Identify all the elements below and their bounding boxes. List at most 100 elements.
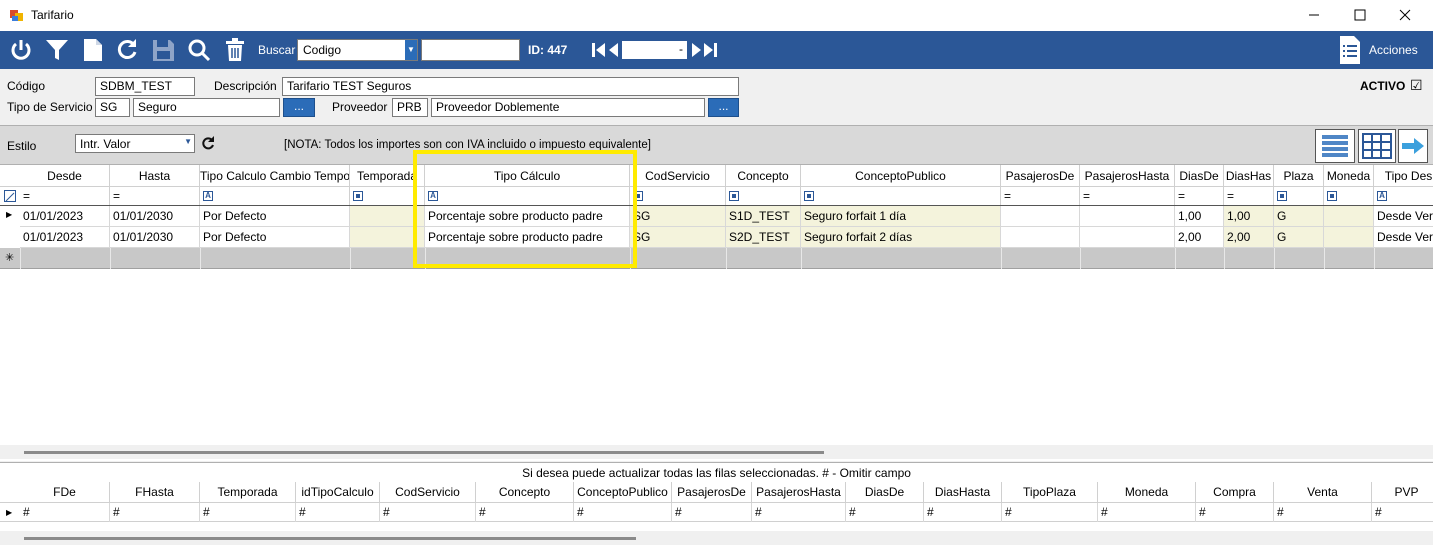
- bulk-input-cell[interactable]: #: [1098, 503, 1196, 522]
- descripcion-field[interactable]: Tarifario TEST Seguros: [282, 77, 739, 96]
- table-cell[interactable]: Seguro forfait 2 días: [801, 227, 1001, 248]
- table-cell[interactable]: Seguro forfait 1 día: [801, 206, 1001, 227]
- column-header[interactable]: Moneda: [1324, 165, 1374, 187]
- column-header[interactable]: Desde: [20, 165, 110, 187]
- estilo-select[interactable]: Intr. Valor ▼: [75, 134, 195, 153]
- table-cell[interactable]: 2,00: [1175, 227, 1224, 248]
- column-header[interactable]: Hasta: [110, 165, 200, 187]
- column-filter[interactable]: =: [1224, 187, 1274, 205]
- table-cell[interactable]: 1,00: [1224, 206, 1274, 227]
- bulk-input-cell[interactable]: #: [574, 503, 672, 522]
- refresh-style-icon[interactable]: [200, 135, 216, 151]
- first-record-icon[interactable]: [591, 42, 607, 58]
- prev-record-icon[interactable]: [608, 42, 620, 58]
- table-cell[interactable]: [1080, 206, 1175, 227]
- new-row[interactable]: ✳: [0, 248, 1433, 269]
- column-filter[interactable]: =: [1001, 187, 1080, 205]
- refresh-icon[interactable]: [114, 37, 140, 63]
- table-cell[interactable]: [1080, 227, 1175, 248]
- table-cell[interactable]: 2,00: [1224, 227, 1274, 248]
- table-cell[interactable]: [1324, 227, 1374, 248]
- codigo-field[interactable]: SDBM_TEST: [95, 77, 195, 96]
- bulk-input-cell[interactable]: #: [1196, 503, 1274, 522]
- column-header[interactable]: DiasDe: [1175, 165, 1224, 187]
- table-cell[interactable]: G: [1274, 227, 1324, 248]
- bulk-input-cell[interactable]: #: [380, 503, 476, 522]
- search-icon[interactable]: [186, 37, 212, 63]
- column-filter[interactable]: A: [1374, 187, 1433, 205]
- list-view-icon[interactable]: [1315, 129, 1355, 163]
- table-cell[interactable]: [1324, 206, 1374, 227]
- column-header[interactable]: CodServicio: [630, 165, 726, 187]
- column-header[interactable]: PasajerosDe: [1001, 165, 1080, 187]
- last-record-icon[interactable]: [702, 42, 718, 58]
- column-filter[interactable]: [726, 187, 801, 205]
- table-cell[interactable]: 01/01/2023: [20, 227, 110, 248]
- bulk-input-cell[interactable]: #: [200, 503, 296, 522]
- proveedor-lookup-button[interactable]: ...: [708, 98, 739, 117]
- table-cell[interactable]: SG: [630, 227, 726, 248]
- table-cell[interactable]: S2D_TEST: [726, 227, 801, 248]
- bulk-input-cell[interactable]: #: [924, 503, 1002, 522]
- close-icon[interactable]: [1393, 4, 1417, 26]
- table-cell[interactable]: Desde Ver: [1374, 206, 1433, 227]
- bulk-input-cell[interactable]: #: [1002, 503, 1098, 522]
- bulk-horizontal-scrollbar[interactable]: [0, 531, 1433, 545]
- filter-toggle-icon[interactable]: [4, 190, 16, 202]
- maximize-icon[interactable]: [1348, 4, 1372, 26]
- table-cell[interactable]: 1,00: [1175, 206, 1224, 227]
- tipo-servicio-code-field[interactable]: SG: [95, 98, 130, 117]
- next-record-icon[interactable]: [690, 42, 702, 58]
- arrow-right-icon[interactable]: [1398, 129, 1428, 163]
- column-header[interactable]: ConceptoPublico: [801, 165, 1001, 187]
- minimize-icon[interactable]: [1302, 4, 1326, 26]
- buscar-input[interactable]: [421, 39, 520, 61]
- column-filter[interactable]: [1324, 187, 1374, 205]
- chevron-down-icon[interactable]: ▼: [184, 137, 192, 146]
- table-cell[interactable]: 01/01/2023: [20, 206, 110, 227]
- bulk-input-cell[interactable]: #: [846, 503, 924, 522]
- column-filter[interactable]: [1274, 187, 1324, 205]
- bulk-input-cell[interactable]: #: [476, 503, 574, 522]
- filter-icon[interactable]: [44, 37, 70, 63]
- grid-view-icon[interactable]: [1358, 129, 1396, 163]
- table-cell[interactable]: [1001, 206, 1080, 227]
- column-header[interactable]: Concepto: [726, 165, 801, 187]
- buscar-select[interactable]: Codigo ▼: [297, 39, 418, 61]
- table-cell[interactable]: S1D_TEST: [726, 206, 801, 227]
- table-cell[interactable]: [1001, 227, 1080, 248]
- grid-horizontal-scrollbar[interactable]: [0, 445, 1433, 459]
- activo-checkbox[interactable]: ☑: [1410, 77, 1423, 94]
- column-filter[interactable]: =: [1080, 187, 1175, 205]
- column-filter[interactable]: A: [200, 187, 350, 205]
- table-cell[interactable]: Por Defecto: [200, 206, 350, 227]
- column-header[interactable]: Tipo Des: [1374, 165, 1433, 187]
- proveedor-code-field[interactable]: PRB: [392, 98, 428, 117]
- new-document-icon[interactable]: [80, 37, 106, 63]
- record-nav-field[interactable]: -: [622, 41, 687, 59]
- column-header[interactable]: PasajerosHasta: [1080, 165, 1175, 187]
- bulk-input-cell[interactable]: #: [20, 503, 110, 522]
- bulk-input-cell[interactable]: #: [110, 503, 200, 522]
- column-header[interactable]: Plaza: [1274, 165, 1324, 187]
- scrollbar-thumb[interactable]: [24, 537, 636, 540]
- bulk-input-cell[interactable]: #: [296, 503, 380, 522]
- delete-icon[interactable]: [222, 37, 248, 63]
- power-icon[interactable]: [8, 37, 34, 63]
- table-cell[interactable]: Por Defecto: [200, 227, 350, 248]
- bulk-input-cell[interactable]: #: [1274, 503, 1372, 522]
- save-icon[interactable]: [150, 37, 176, 63]
- table-cell[interactable]: 01/01/2030: [110, 227, 200, 248]
- table-cell[interactable]: Desde Ver: [1374, 227, 1433, 248]
- tipo-servicio-lookup-button[interactable]: ...: [283, 98, 315, 117]
- acciones-button[interactable]: Acciones: [1336, 34, 1428, 66]
- bulk-input-cell[interactable]: #: [752, 503, 846, 522]
- column-header[interactable]: Tipo Calculo Cambio Tempor: [200, 165, 350, 187]
- column-filter[interactable]: =: [20, 187, 110, 205]
- scrollbar-thumb[interactable]: [24, 451, 824, 454]
- table-cell[interactable]: G: [1274, 206, 1324, 227]
- bulk-input-cell[interactable]: #: [672, 503, 752, 522]
- column-filter[interactable]: [630, 187, 726, 205]
- column-filter[interactable]: =: [1175, 187, 1224, 205]
- chevron-down-icon[interactable]: ▼: [405, 40, 417, 60]
